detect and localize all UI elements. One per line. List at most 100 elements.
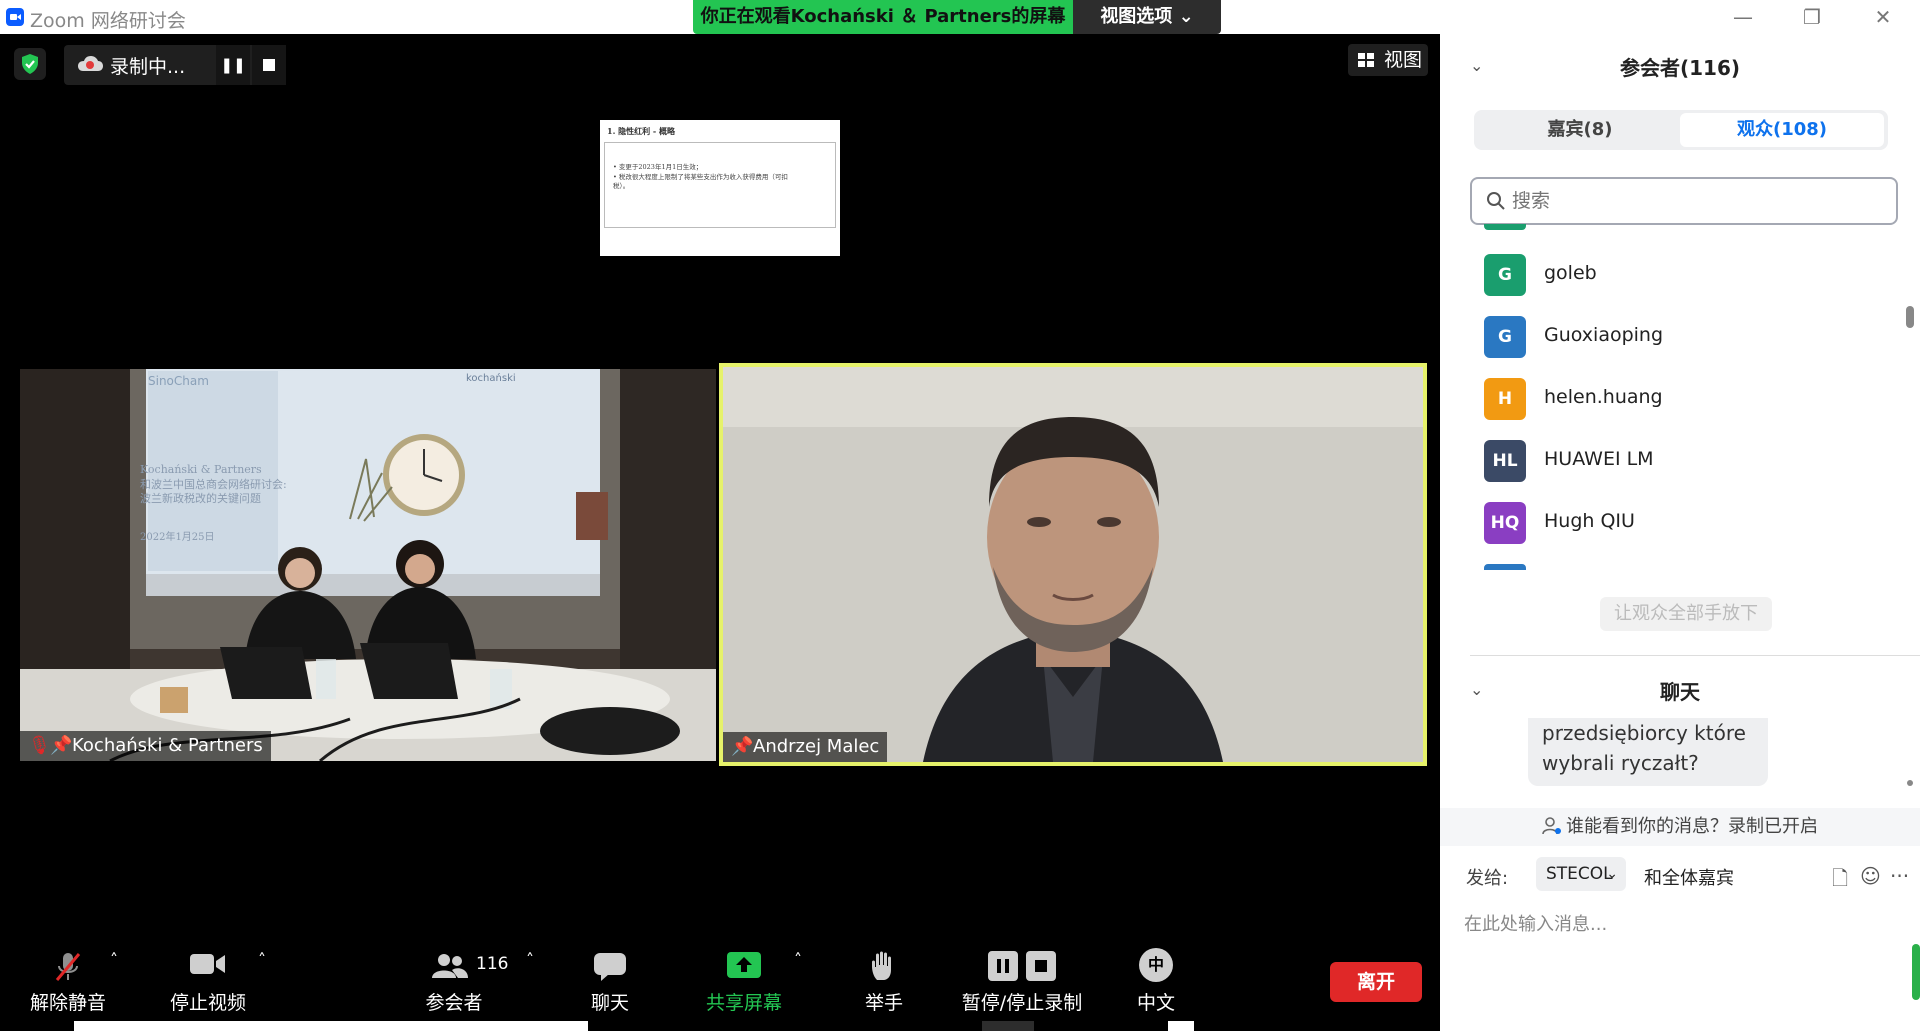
video-tile-kochanski[interactable]: SinoCham kochański Kochański & Partners … [20,369,716,761]
svg-text:SinoCham: SinoCham [148,374,209,388]
pause-stop-recording-label: 暂停/停止录制 [961,992,1083,1014]
participant-search[interactable] [1470,177,1898,225]
participants-caret-icon[interactable]: ˄ [526,950,534,969]
message-visibility-notice[interactable]: 谁能看到你的消息？录制已开启 [1440,808,1920,846]
recording-label: 录制中... [110,56,186,78]
leave-button[interactable]: 离开 [1330,962,1422,1002]
send-to-suffix: 和全体嘉宾 [1644,868,1734,889]
chat-message: przedsiębiorcy które wybrali ryczałt? [1528,718,1768,786]
raise-hand-label: 举手 [864,992,903,1014]
taskbar-segment [74,1021,588,1031]
raise-hand-button[interactable]: 举手 [836,944,932,1031]
unmute-button[interactable]: 解除静音 [20,944,116,1031]
video-options-caret-icon[interactable]: ˄ [258,950,266,969]
grid-view-icon [1358,53,1374,67]
share-screen-button[interactable]: 共享屏幕 [692,944,796,1031]
chat-label: 聊天 [590,992,629,1014]
share-screen-label: 共享屏幕 [705,992,782,1014]
view-button[interactable]: 视图 [1348,44,1428,76]
avatar: G [1484,316,1526,358]
conference-room-video: SinoCham kochański Kochański & Partners … [20,369,716,761]
list-item[interactable]: HQ Hugh QIU [1484,502,1884,546]
zoom-webinar-window: Zoom 网络研讨会 你正在观看Kochański ＆ Partners的屏幕 … [0,0,1920,1031]
language-label: 中文 [1136,992,1175,1014]
language-interpretation-button[interactable]: 中 中文 [1108,944,1204,1031]
partial-avatar [1484,564,1526,570]
side-panel: ⌄ 参会者(116) 嘉宾(8) 观众(108) G goleb G Guoxi… [1440,34,1920,1031]
chat-bubble-icon [594,953,626,981]
avatar: G [1484,254,1526,296]
taskbar-segment [1168,1021,1194,1031]
pause-stop-icon [988,951,1056,981]
view-options-button[interactable]: 视图选项 ⌄ [1073,0,1221,34]
video-tile-andrzej-malec[interactable]: 📌Andrzej Malec [719,363,1427,766]
stop-recording-button[interactable] [252,45,286,85]
pin-icon: 📌 [731,736,754,757]
lower-all-hands-button[interactable]: 让观众全部手放下 [1600,597,1772,631]
pause-recording-button[interactable]: ❚❚ [216,45,250,85]
speaker-video [723,367,1423,762]
minimize-button[interactable]: — [1728,4,1758,30]
more-options-icon[interactable]: ··· [1890,864,1909,888]
meeting-toolbar: 解除静音 ˄ 停止视频 ˄ 116 参会者 ˄ 聊天 共享屏幕 ˄ 举手 暂停/… [0,944,1440,1031]
cloud-record-icon [78,56,103,71]
tab-panelists[interactable]: 嘉宾(8) [1478,113,1682,147]
send-to-select[interactable]: STECOL ⌄ [1536,857,1626,891]
slide-bullet: • 变更于2023年1月1日生效； [613,163,703,171]
participants-button[interactable]: 116 参会者 [406,944,508,1031]
restore-button[interactable]: ❐ [1797,4,1827,30]
chat-button[interactable]: 聊天 [560,944,660,1031]
chat-message-input[interactable]: 在此处输入消息... [1464,910,1884,936]
svg-text:Kochański & Partners: Kochański & Partners [140,463,262,476]
participant-name-tag: 📌Andrzej Malec [723,732,888,762]
participants-scrollbar[interactable] [1906,306,1914,328]
send-to-value: STECOL [1546,864,1613,884]
encryption-shield-icon[interactable] [14,48,46,80]
avatar: HL [1484,440,1526,482]
list-item[interactable]: G Guoxiaoping [1484,316,1884,360]
avatar: HQ [1484,502,1526,544]
taskbar-segment [982,1021,1034,1031]
slide-title: 1. 隐性红利 - 概略 [607,126,676,136]
partial-avatar [1484,224,1526,230]
slide-bullet: 税）。 [613,182,630,190]
svg-text:和波兰中国总商会网络研讨会:: 和波兰中国总商会网络研讨会: [140,477,287,491]
svg-text:kochański: kochański [466,372,516,384]
unmute-label: 解除静音 [29,992,106,1014]
search-icon [1487,192,1505,210]
language-badge-icon: 中 [1139,948,1173,982]
person-lock-icon [1542,817,1561,835]
shared-screen-slide: 1. 隐性红利 - 概略 • 变更于2023年1月1日生效； • 税改很大程度上… [600,120,840,256]
attendee-name: HUAWEI LM [1544,448,1654,470]
list-item[interactable]: G goleb [1484,254,1884,298]
title-bar: Zoom 网络研讨会 你正在观看Kochański ＆ Partners的屏幕 … [0,0,1920,34]
participants-header: 参会者(116) [1619,56,1741,80]
view-button-label: 视图 [1384,49,1423,71]
divider [1470,655,1920,656]
list-item[interactable]: HL HUAWEI LM [1484,440,1884,484]
search-input[interactable] [1512,187,1882,215]
svg-text:波兰新政税改的关键问题: 波兰新政税改的关键问题 [140,491,261,505]
close-button[interactable]: ✕ [1868,4,1898,30]
visibility-notice-text: 谁能看到你的消息？录制已开启 [1566,816,1818,837]
audio-options-caret-icon[interactable]: ˄ [110,950,118,969]
screen-share-banner: 你正在观看Kochański ＆ Partners的屏幕 [693,0,1073,34]
muted-mic-icon: 🎙 [28,735,51,756]
taskbar-strip [0,1021,1440,1031]
pause-stop-recording-button[interactable]: 暂停/停止录制 [952,944,1092,1031]
chat-header: 聊天 [1660,680,1700,704]
participant-name-tag: 🎙📌Kochański & Partners [20,731,271,761]
share-options-caret-icon[interactable]: ˄ [794,950,802,969]
tab-attendees[interactable]: 观众(108) [1680,113,1884,147]
chat-scrollbar[interactable] [1906,724,1914,790]
muted-mic-icon [55,953,81,981]
file-icon[interactable]: 🗋 [1832,864,1848,898]
send-to-label: 发给: [1466,868,1509,889]
stop-video-button[interactable]: 停止视频 [160,944,256,1031]
emoji-icon[interactable]: ☺ [1860,864,1881,888]
app-title: Zoom 网络研讨会 [30,10,186,32]
slide-bullet: • 税改很大程度上限制了将某些支出作为收入获得费用（可扣 [613,173,788,181]
list-item[interactable]: H helen.huang [1484,378,1884,422]
slide-content-box: • 变更于2023年1月1日生效； • 税改很大程度上限制了将某些支出作为收入获… [604,142,836,228]
input-accent-bar [1912,944,1920,1000]
